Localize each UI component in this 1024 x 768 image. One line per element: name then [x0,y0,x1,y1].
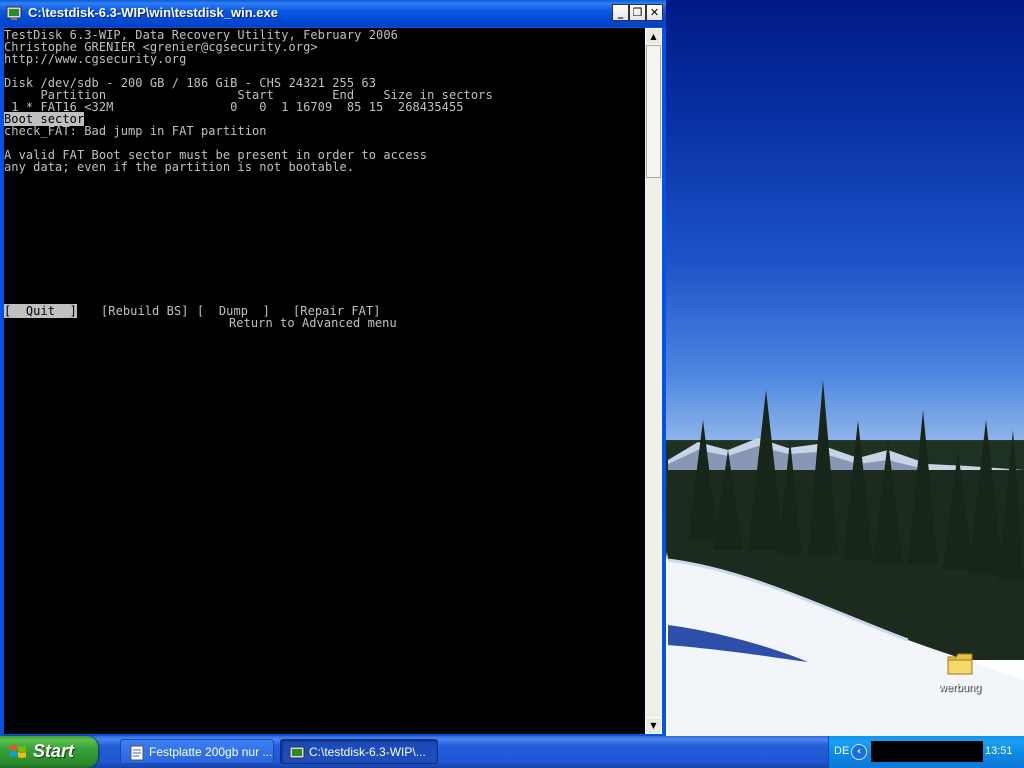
clock[interactable]: 13:51 [985,745,1013,757]
minimize-button[interactable]: _ [612,4,629,21]
taskbar: Start Festplatte 200gb nur ... C:\testdi… [0,736,1024,768]
console-window: C:\testdisk-6.3-WIP\win\testdisk_win.exe… [0,0,666,736]
window-title: C:\testdisk-6.3-WIP\win\testdisk_win.exe [28,5,278,20]
taskbar-item-label: C:\testdisk-6.3-WIP\... [309,745,426,759]
close-button[interactable]: ✕ [646,4,663,21]
wallpaper-snow [668,558,1024,736]
taskbar-item-testdisk[interactable]: C:\testdisk-6.3-WIP\... [280,739,438,764]
quit-menu-option[interactable]: [ Quit ] [4,304,77,318]
console-icon [289,746,305,759]
start-label: Start [33,741,75,761]
desktop-icon-werbung[interactable]: werbung [930,652,990,702]
rebuild-bs-menu-option[interactable]: [Rebuild BS] [101,305,189,317]
window-border [662,27,666,736]
taskbar-item-festplatte[interactable]: Festplatte 200gb nur ... [120,739,274,764]
language-indicator[interactable]: DE [834,745,849,757]
console-line-valid-2: any data; even if the partition is not b… [4,160,355,174]
console-output[interactable]: TestDisk 6.3-WIP, Data Recovery Utility,… [4,28,645,734]
windows-logo-icon [10,745,26,758]
restore-button[interactable]: ❐ [629,4,646,21]
console-line-url: http://www.cgsecurity.org [4,52,187,66]
console-line-check: check_FAT: Bad jump in FAT partition [4,124,267,138]
tray-expand-icon[interactable]: ‹ [851,744,867,760]
taskbar-item-label: Festplatte 200gb nur ... [149,745,273,759]
scroll-up-button[interactable]: ▲ [645,28,662,45]
system-tray: DE ‹ 13:51 [828,736,1024,768]
vertical-scrollbar[interactable]: ▲ ▼ [645,28,662,734]
menu-help-text: Return to Advanced menu [229,316,397,330]
window-titlebar[interactable]: C:\testdisk-6.3-WIP\win\testdisk_win.exe… [0,0,666,27]
folder-icon [947,653,973,675]
desktop-icon-label: werbung [938,682,982,694]
scroll-down-button[interactable]: ▼ [645,717,662,734]
start-button[interactable]: Start [0,736,98,768]
scroll-thumb[interactable] [646,45,661,178]
document-icon [130,745,144,761]
tray-redacted-area [871,741,983,762]
testdisk-app-icon [6,6,22,20]
